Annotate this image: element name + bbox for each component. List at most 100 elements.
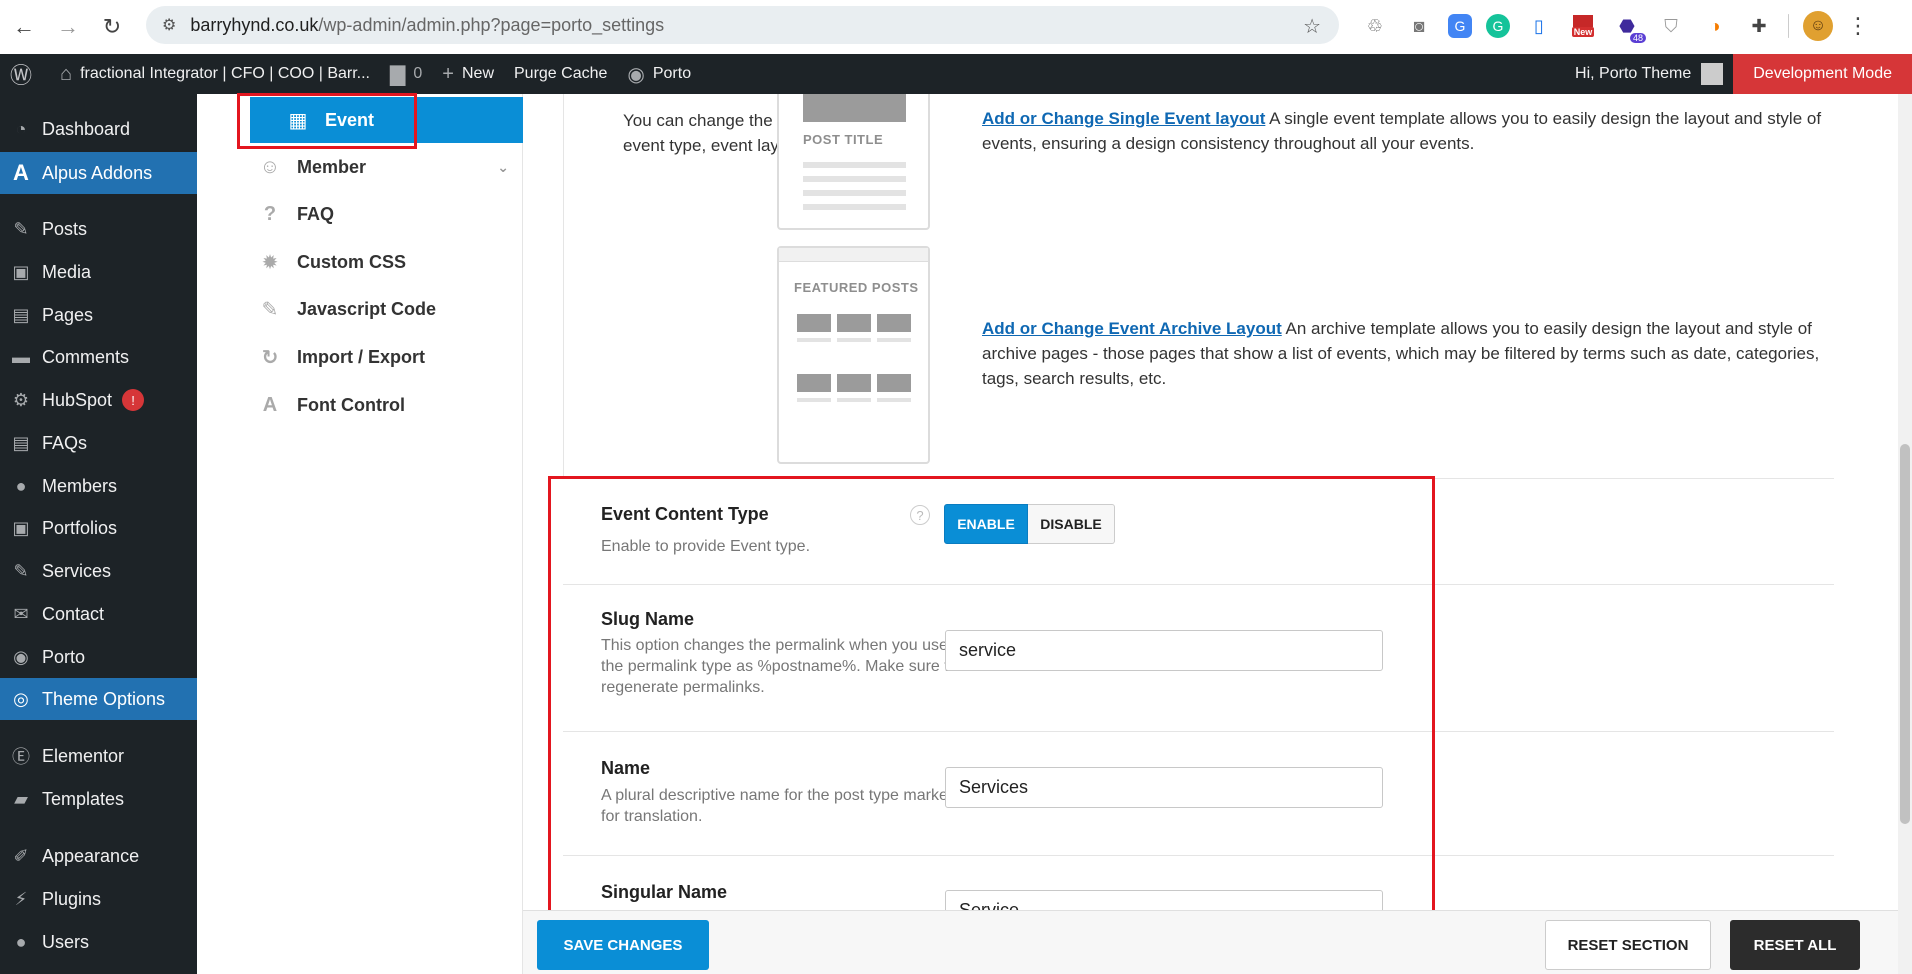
hubspot-icon: ⚙ bbox=[12, 389, 30, 410]
members-icon: ● bbox=[15, 475, 27, 496]
puzzle-icon[interactable]: ✚ bbox=[1744, 11, 1774, 41]
menu-item-services[interactable]: ✎ Services bbox=[0, 550, 197, 592]
opt-item-member[interactable]: ☺ Member ⌄ bbox=[225, 144, 523, 190]
scrollbar-thumb[interactable] bbox=[1900, 444, 1910, 824]
shield-icon[interactable]: ⛉ bbox=[1656, 11, 1686, 41]
opt-item-javascript[interactable]: ✎ Javascript Code bbox=[225, 286, 523, 332]
opt-item-import-export[interactable]: ↻ Import / Export bbox=[225, 334, 523, 380]
menu-label: Templates bbox=[42, 788, 125, 809]
menu-item-elementor[interactable]: Ⓔ Elementor bbox=[0, 735, 197, 777]
notification-48-icon[interactable]: ⬣ 48 bbox=[1612, 11, 1646, 43]
menu-item-dashboard[interactable]: ◔ Dashboard bbox=[0, 108, 197, 150]
thumb-image bbox=[797, 314, 831, 332]
menu-item-porto[interactable]: ◉ Porto bbox=[0, 636, 197, 678]
url-path: /wp-admin/admin.php?page=porto_settings bbox=[318, 14, 665, 35]
thumb-window-bar bbox=[779, 248, 928, 262]
account-menu[interactable]: Hi, Porto Theme bbox=[1565, 63, 1733, 85]
browser-menu-icon[interactable]: ⋮ bbox=[1847, 13, 1869, 39]
menu-item-comments[interactable]: ▬ Comments bbox=[0, 336, 197, 378]
menu-label: FAQs bbox=[42, 432, 88, 453]
menu-item-theme-options[interactable]: ◎ Theme Options bbox=[0, 678, 197, 720]
menu-item-alpus-addons[interactable]: A Alpus Addons bbox=[0, 152, 197, 194]
menu-label: Members bbox=[42, 475, 118, 496]
menu-item-users[interactable]: ● Users bbox=[0, 921, 197, 963]
comments-link[interactable]: ▇ 0 bbox=[380, 54, 432, 94]
folder-icon: ▰ bbox=[14, 788, 28, 809]
colorful-icon[interactable]: ◑ bbox=[1700, 11, 1730, 41]
purge-label: Purge Cache bbox=[514, 65, 608, 82]
thumb-image bbox=[837, 314, 871, 332]
thumb-line bbox=[803, 204, 906, 210]
menu-label: Portfolios bbox=[42, 517, 118, 538]
profile-avatar-icon[interactable]: ☺ bbox=[1803, 11, 1833, 41]
development-mode-badge[interactable]: Development Mode bbox=[1733, 54, 1912, 94]
wordpress-logo-icon[interactable]: Ⓦ bbox=[0, 54, 50, 94]
thumb-image bbox=[837, 374, 871, 392]
new-badge-icon[interactable]: New bbox=[1568, 11, 1598, 41]
reset-all-button[interactable]: RESET ALL bbox=[1730, 920, 1860, 970]
page-scrollbar[interactable] bbox=[1898, 94, 1912, 974]
menu-item-appearance[interactable]: ✐ Appearance bbox=[0, 835, 197, 877]
comments-count: 0 bbox=[413, 65, 423, 82]
menu-item-hubspot[interactable]: ⚙ HubSpot! bbox=[0, 379, 197, 421]
theme-options-icon: ◎ bbox=[13, 688, 29, 709]
save-changes-button[interactable]: SAVE CHANGES bbox=[537, 920, 709, 970]
opt-item-font-control[interactable]: A Font Control bbox=[225, 382, 523, 428]
site-info-icon[interactable]: ⚙ bbox=[162, 15, 176, 35]
comment-icon: ▇ bbox=[390, 63, 406, 86]
purge-cache-link[interactable]: Purge Cache bbox=[504, 54, 617, 94]
fields-highlight-box bbox=[548, 476, 1435, 918]
thumb-image bbox=[797, 374, 831, 392]
menu-item-plugins[interactable]: ⚡ Plugins bbox=[0, 878, 197, 920]
archive-layout-link[interactable]: Add or Change Event Archive Layout bbox=[982, 319, 1282, 338]
thumb-caption: POST TITLE bbox=[803, 132, 884, 147]
comments-icon: ▬ bbox=[12, 346, 30, 367]
porto-icon: ◉ bbox=[13, 646, 29, 667]
back-icon[interactable]: ← bbox=[4, 7, 44, 47]
menu-item-faqs[interactable]: ▤ FAQs bbox=[0, 422, 197, 464]
porto-link[interactable]: ◉ Porto bbox=[617, 54, 701, 94]
single-layout-link[interactable]: Add or Change Single Event layout bbox=[982, 109, 1265, 128]
opt-item-custom-css[interactable]: ✹ Custom CSS bbox=[225, 239, 523, 285]
reset-section-button[interactable]: RESET SECTION bbox=[1545, 920, 1711, 970]
menu-item-contact[interactable]: ✉ Contact bbox=[0, 593, 197, 635]
forward-icon[interactable]: → bbox=[48, 7, 88, 47]
dashboard-icon: ◔ bbox=[15, 118, 27, 139]
home-icon: ⌂ bbox=[60, 62, 73, 85]
thumb-line bbox=[837, 338, 871, 342]
menu-item-pages[interactable]: ▤ Pages bbox=[0, 294, 197, 336]
translate-icon[interactable]: G bbox=[1448, 14, 1472, 38]
site-name-link[interactable]: ⌂ fractional Integrator | CFO | COO | Ba… bbox=[50, 54, 380, 94]
question-icon: ? bbox=[263, 202, 277, 225]
hubspot-alert-badge: ! bbox=[122, 389, 145, 411]
thumb-line bbox=[797, 398, 831, 402]
new-content-link[interactable]: + New bbox=[432, 54, 504, 94]
menu-item-posts[interactable]: ✎ Posts bbox=[0, 208, 197, 250]
url-host: barryhynd.co.uk bbox=[190, 14, 319, 35]
menu-item-members[interactable]: ● Members bbox=[0, 465, 197, 507]
menu-item-templates[interactable]: ▰ Templates bbox=[0, 778, 197, 820]
thumb-image bbox=[877, 374, 911, 392]
user-avatar bbox=[1701, 63, 1724, 85]
menu-label: Theme Options bbox=[42, 688, 166, 709]
opt-item-faq[interactable]: ? FAQ bbox=[225, 191, 523, 237]
clipboard-icon[interactable]: ▯ bbox=[1524, 11, 1554, 41]
opt-label: Import / Export bbox=[297, 346, 426, 367]
menu-item-media[interactable]: ▣ Media bbox=[0, 251, 197, 293]
opt-label: Member bbox=[297, 156, 367, 177]
menu-label: Comments bbox=[42, 346, 130, 367]
portfolio-icon: ▣ bbox=[12, 517, 30, 538]
reload-icon[interactable]: ↻ bbox=[92, 7, 132, 47]
address-bar[interactable]: ⚙ barryhynd.co.uk/wp-admin/admin.php?pag… bbox=[146, 6, 1339, 44]
menu-label: Posts bbox=[42, 218, 88, 239]
menu-item-portfolios[interactable]: ▣ Portfolios bbox=[0, 507, 197, 549]
camera-icon[interactable]: ◙ bbox=[1404, 11, 1434, 41]
menu-label: Services bbox=[42, 560, 112, 581]
porto-icon: ◉ bbox=[627, 63, 645, 86]
thumb-line bbox=[803, 162, 906, 168]
save-bar: SAVE CHANGES RESET SECTION RESET ALL bbox=[523, 910, 1912, 974]
bookmark-star-icon[interactable]: ☆ bbox=[1303, 14, 1321, 39]
grammarly-icon[interactable]: G bbox=[1486, 14, 1510, 38]
recycle-icon[interactable]: ♲ bbox=[1360, 11, 1390, 41]
browser-toolbar: ← → ↻ ⚙ barryhynd.co.uk/wp-admin/admin.p… bbox=[0, 0, 1912, 54]
